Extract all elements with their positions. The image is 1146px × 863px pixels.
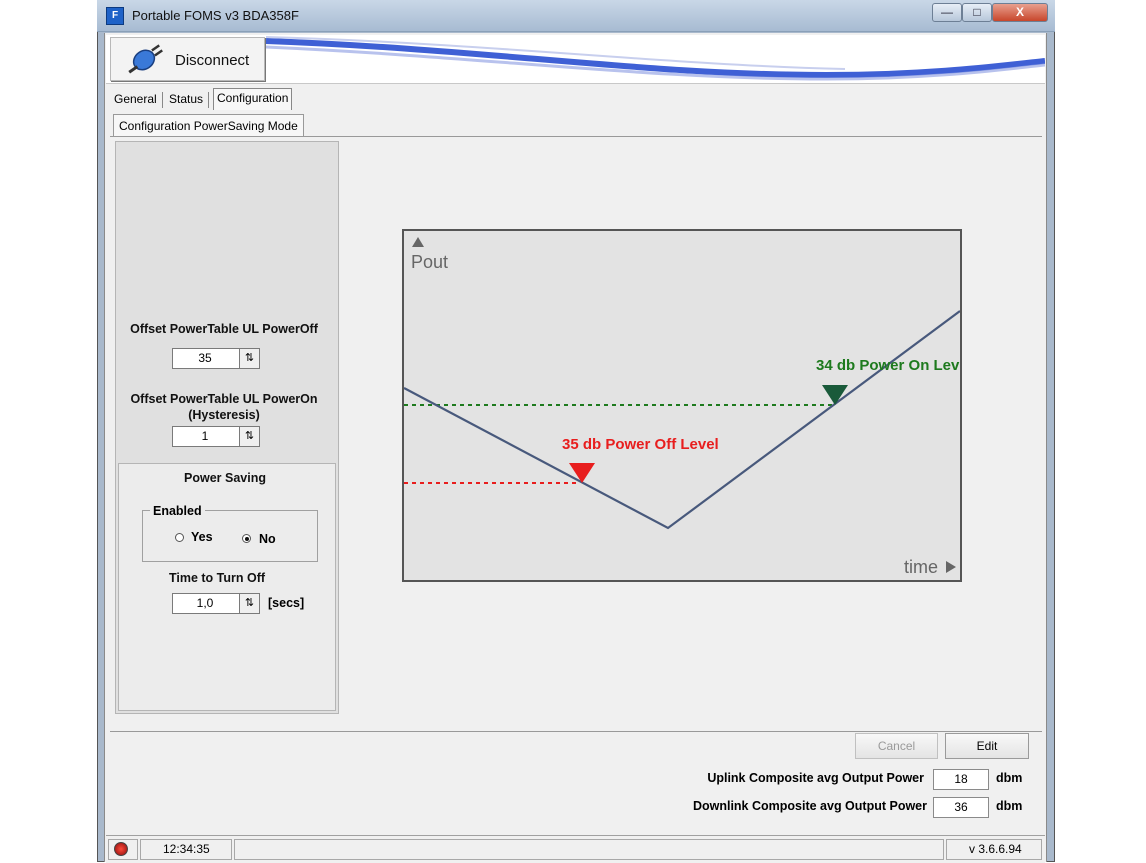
radio-yes[interactable] <box>175 533 184 542</box>
diagram-canvas: Pout time 35 db Power Off Level 34 db Po… <box>403 237 972 577</box>
power-saving-title: Power Saving <box>184 471 266 485</box>
uplink-power-value: 18 <box>933 769 989 790</box>
time-to-turn-off-value: 1,0 <box>196 596 214 610</box>
x-axis-label: time <box>904 557 938 577</box>
y-axis-label: Pout <box>411 252 448 272</box>
edit-button[interactable]: Edit <box>945 733 1029 759</box>
radio-yes-label[interactable]: Yes <box>191 530 213 544</box>
status-version: v 3.6.6.94 <box>946 839 1042 860</box>
tab-configuration-powersaving[interactable]: Configuration PowerSaving Mode <box>113 114 304 137</box>
close-button[interactable]: X <box>992 3 1048 22</box>
time-to-turn-off-stepper[interactable]: 1,0 ⇅ <box>172 593 260 614</box>
downlink-power-label: Downlink Composite avg Output Power <box>692 799 927 813</box>
maximize-button[interactable]: □ <box>962 3 992 22</box>
plug-icon <box>128 44 163 74</box>
tab-separator <box>162 92 163 108</box>
stepper-arrows-icon[interactable]: ⇅ <box>239 594 259 613</box>
window-title: Portable FOMS v3 BDA358F <box>132 8 299 23</box>
uplink-power-label: Uplink Composite avg Output Power <box>707 771 924 785</box>
radio-selected-dot <box>244 536 249 541</box>
stepper-arrows-icon[interactable]: ⇅ <box>239 349 259 368</box>
time-unit-label: [secs] <box>268 596 305 610</box>
power-saving-group <box>118 463 336 711</box>
enabled-legend: Enabled <box>150 504 205 518</box>
offset-poweron-stepper[interactable]: 1 ⇅ <box>172 426 260 447</box>
tab-general[interactable]: General <box>111 90 160 109</box>
minimize-button[interactable]: — <box>932 3 962 22</box>
stepper-arrows-icon[interactable]: ⇅ <box>239 427 259 446</box>
offset-poweroff-stepper[interactable]: 35 ⇅ <box>172 348 260 369</box>
radio-no[interactable] <box>242 534 251 543</box>
bottom-separator <box>110 731 1042 732</box>
uplink-power-unit: dbm <box>996 771 1023 785</box>
offset-poweron-label: Offset PowerTable UL PowerOn <box>130 392 318 406</box>
offset-poweron-value: 1 <box>201 429 209 443</box>
time-to-turn-off-label: Time to Turn Off <box>168 571 266 585</box>
tab-configuration[interactable]: Configuration <box>213 88 293 110</box>
offset-poweron-sublabel: (Hysteresis) <box>188 408 260 422</box>
power-off-label: 35 db Power Off Level <box>562 436 719 453</box>
offset-poweroff-label: Offset PowerTable UL PowerOff <box>130 322 318 336</box>
power-on-label: 34 db Power On Level <box>816 357 960 374</box>
tab-status[interactable]: Status <box>166 90 206 109</box>
power-level-diagram: Pout time 35 db Power Off Level 34 db Po… <box>402 229 972 582</box>
app-icon: F <box>106 7 124 25</box>
downlink-power-value: 36 <box>933 797 989 818</box>
offset-poweroff-value: 35 <box>198 351 212 365</box>
cancel-button[interactable]: Cancel <box>855 733 938 759</box>
tab-separator <box>208 92 209 108</box>
downlink-power-unit: dbm <box>996 799 1023 813</box>
power-on-marker-icon <box>822 385 848 405</box>
connection-led-icon <box>114 842 128 856</box>
x-axis-arrow-icon <box>946 561 956 573</box>
power-off-marker-icon <box>569 463 595 483</box>
y-axis-arrow-icon <box>412 237 424 247</box>
status-time: 12:34:35 <box>140 839 232 860</box>
disconnect-label: Disconnect <box>175 52 250 69</box>
status-message-cell <box>234 839 944 860</box>
pout-curve <box>403 310 961 530</box>
radio-no-label[interactable]: No <box>259 532 276 546</box>
